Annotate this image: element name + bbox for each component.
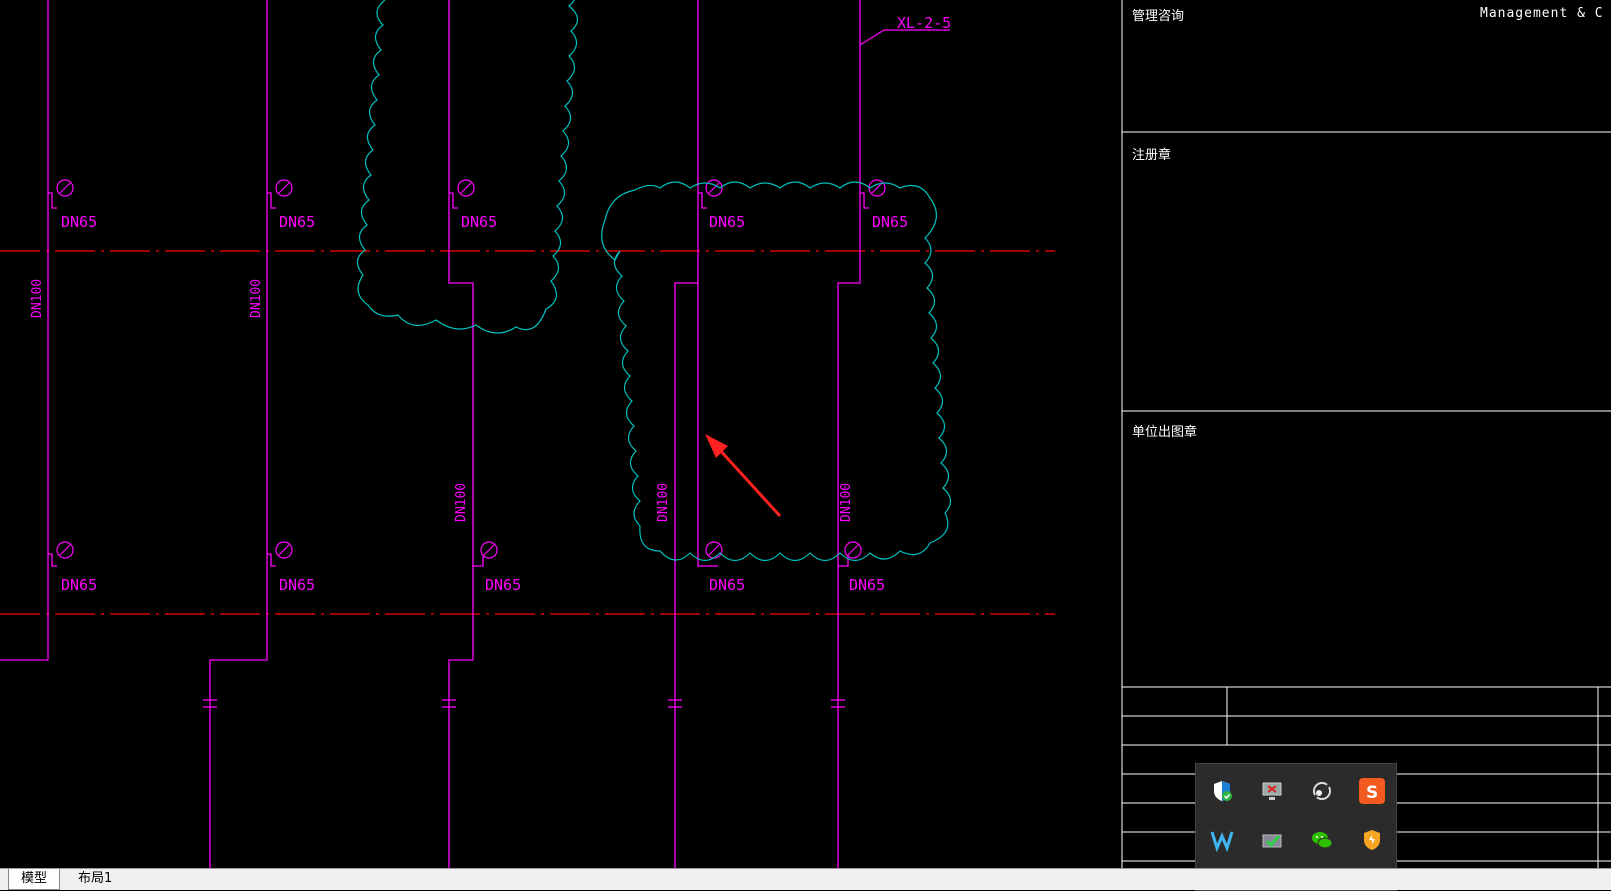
pipe-label: DN100 — [656, 483, 671, 522]
revision-cloud — [601, 181, 952, 562]
valve-label: DN65 — [61, 576, 97, 594]
pipe-label: DN100 — [30, 279, 45, 318]
pipe-network — [0, 0, 950, 868]
valve-label: DN65 — [279, 213, 315, 231]
sogou-icon[interactable]: S — [1359, 778, 1385, 804]
cad-drawing-canvas[interactable]: XL-2-5 DN65 DN65 DN65 DN65 DN65 DN65 DN6… — [0, 0, 1611, 868]
tab-model[interactable]: 模型 — [8, 869, 61, 890]
annotation-arrow — [705, 434, 782, 518]
valve-label: DN65 — [709, 213, 745, 231]
riser-label: XL-2-5 — [897, 14, 951, 32]
shield-check-icon[interactable] — [1209, 778, 1235, 804]
pipe-label: DN100 — [839, 483, 854, 522]
security-shield-icon[interactable] — [1359, 827, 1385, 853]
valve-label: DN65 — [849, 576, 885, 594]
title-block-header: Management & C — [1480, 6, 1604, 21]
tab-layout1[interactable]: 布局1 — [66, 869, 124, 889]
svg-text:S: S — [1366, 783, 1378, 803]
valve-label: DN65 — [485, 576, 521, 594]
layout-tab-bar: 模型 布局1 — [0, 868, 1611, 890]
valve-label: DN65 — [61, 213, 97, 231]
valve-symbols — [56, 179, 886, 559]
section-management-consulting: 管理咨询 — [1132, 9, 1185, 24]
pipe-label: DN100 — [249, 279, 264, 318]
display-check-icon[interactable] — [1259, 827, 1285, 853]
valve-label: DN65 — [709, 576, 745, 594]
valve-label: DN65 — [872, 213, 908, 231]
pipe-label: DN100 — [454, 483, 469, 522]
valve-label: DN65 — [461, 213, 497, 231]
display-error-icon[interactable] — [1259, 778, 1285, 804]
app-w-icon[interactable] — [1209, 827, 1235, 853]
section-unit-stamp: 单位出图章 — [1132, 425, 1198, 440]
section-registration-stamp: 注册章 — [1132, 148, 1172, 163]
wechat-icon[interactable] — [1309, 827, 1335, 853]
valve-label: DN65 — [279, 576, 315, 594]
network-icon[interactable] — [1309, 778, 1335, 804]
